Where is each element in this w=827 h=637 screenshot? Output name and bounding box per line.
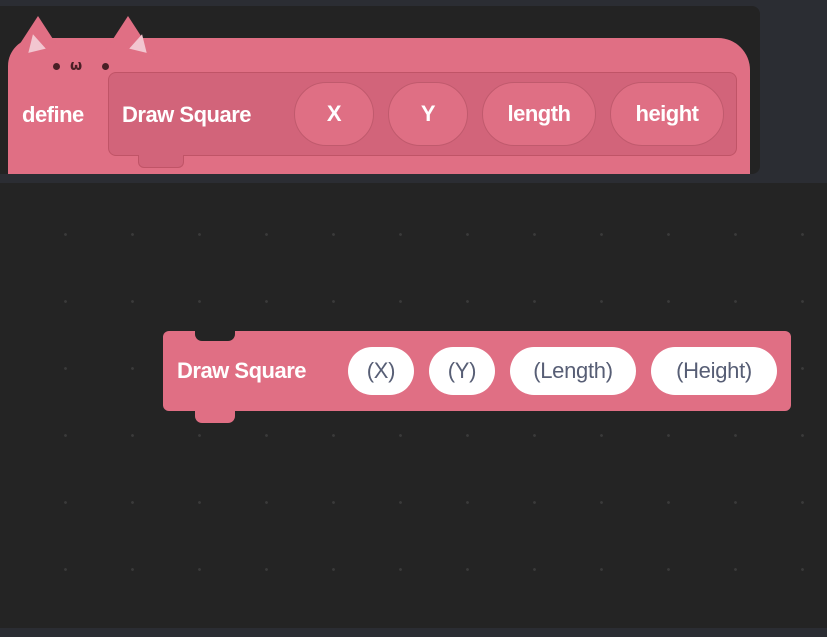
cat-face-icon: ω (50, 58, 120, 75)
call-block-bottom-notch (195, 410, 235, 423)
cat-mouth-icon: ω (70, 58, 83, 74)
define-block-panel: ω define Draw Square X Y length height (0, 6, 760, 174)
procedure-prototype-title: Draw Square (122, 102, 252, 127)
procedure-prototype-notch (138, 155, 184, 168)
arg-y-input[interactable]: (Y) (429, 347, 495, 395)
scratch-editor: ω define Draw Square X Y length height D… (0, 0, 827, 637)
param-length-reporter[interactable]: length (482, 82, 596, 146)
define-label: define (22, 102, 84, 127)
call-block-top-notch (195, 331, 235, 341)
call-block-title: Draw Square (177, 358, 307, 383)
arg-x-input[interactable]: (X) (348, 347, 414, 395)
cat-eye-right-icon (102, 63, 109, 70)
param-height-reporter[interactable]: height (610, 82, 724, 146)
param-y-reporter[interactable]: Y (388, 82, 468, 146)
cat-eye-left-icon (53, 63, 60, 70)
param-x-reporter[interactable]: X (294, 82, 374, 146)
arg-length-input[interactable]: (Length) (510, 347, 636, 395)
arg-height-input[interactable]: (Height) (651, 347, 777, 395)
